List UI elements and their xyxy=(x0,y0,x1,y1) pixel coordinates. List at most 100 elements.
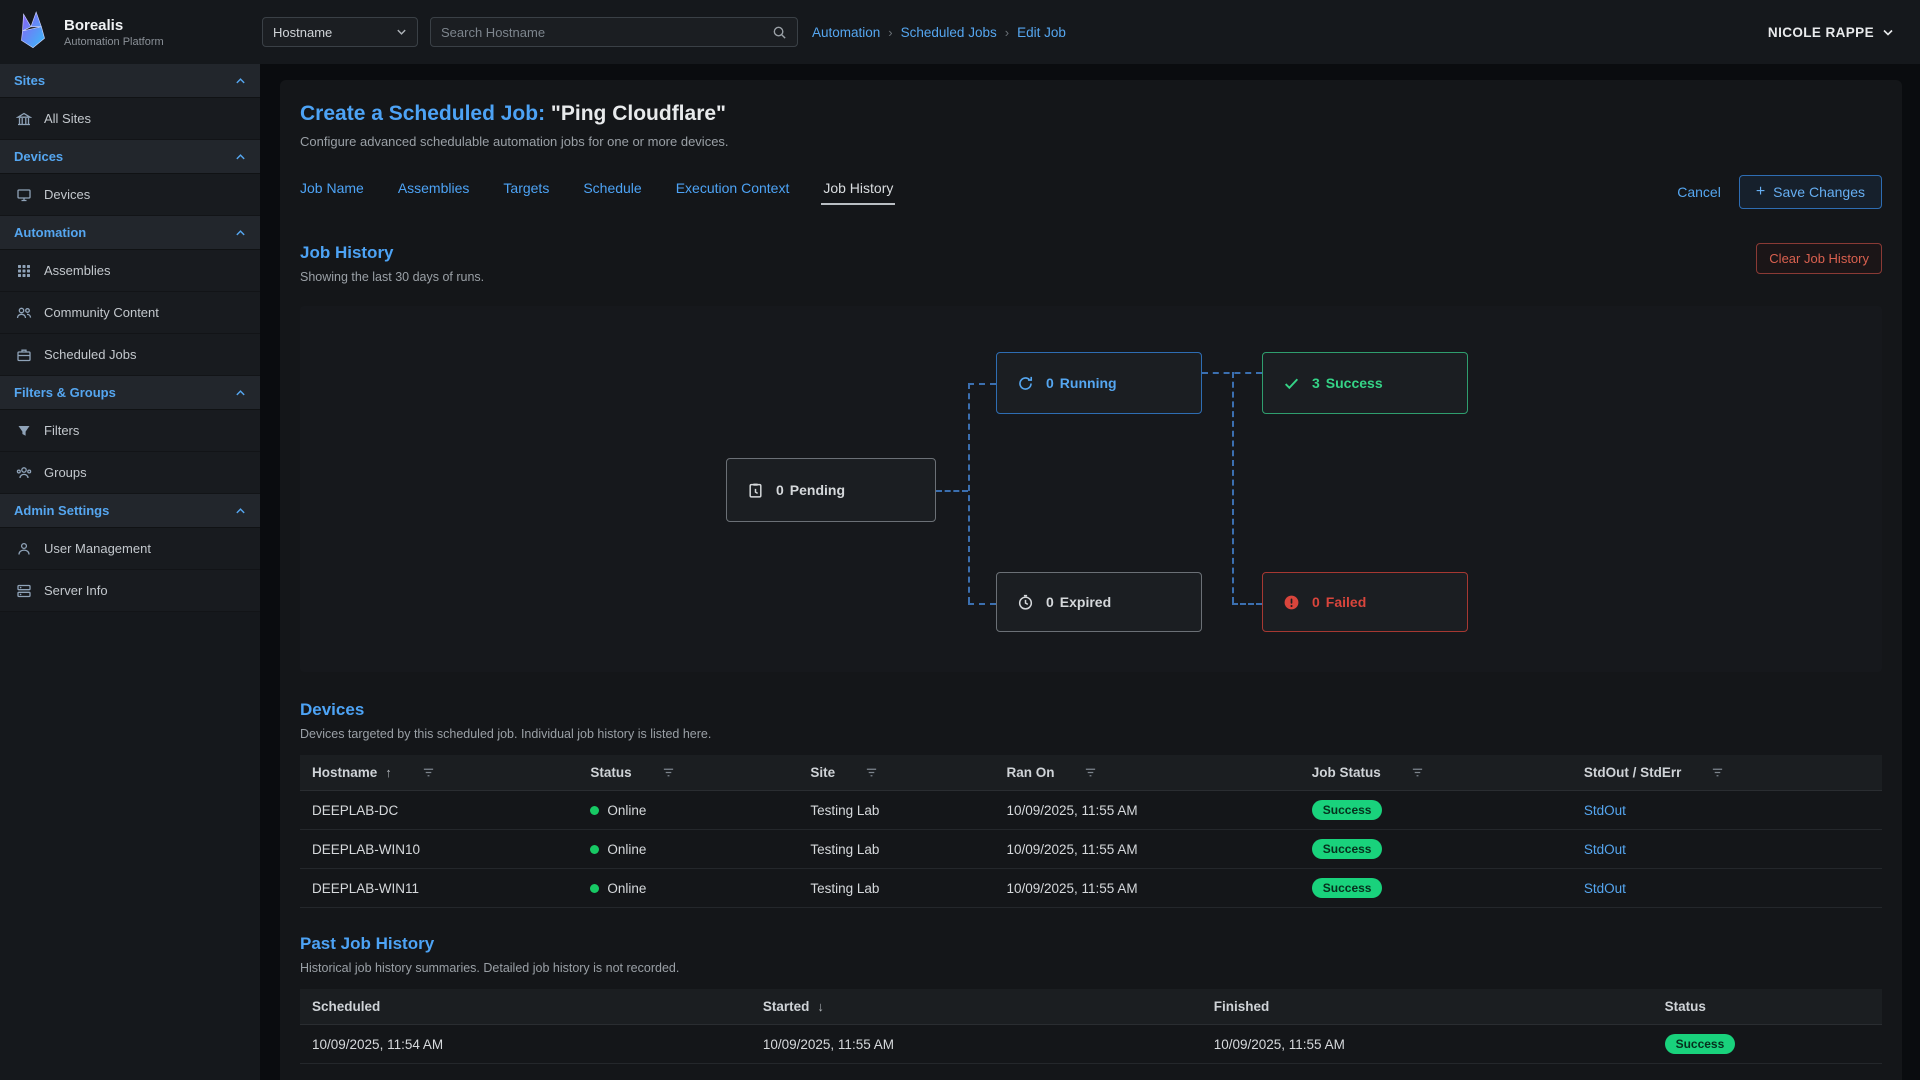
cancel-button[interactable]: Cancel xyxy=(1677,184,1721,200)
cell-status: Online xyxy=(578,830,798,869)
hostname-searchbox xyxy=(430,17,798,47)
filter-icon[interactable] xyxy=(422,766,435,779)
sidebar-section-label: Sites xyxy=(14,73,45,88)
online-status-dot xyxy=(590,845,599,854)
tab-targets[interactable]: Targets xyxy=(503,180,549,205)
expired-node[interactable]: 0 Expired xyxy=(996,572,1202,632)
page-title-prefix: Create a Scheduled Job: xyxy=(300,102,545,125)
chevron-up-icon xyxy=(235,507,246,515)
online-status-dot xyxy=(590,884,599,893)
table-row: 10/09/2025, 11:54 AM 10/09/2025, 11:55 A… xyxy=(300,1025,1882,1064)
cell-finished: 10/09/2025, 11:55 AM xyxy=(1202,1025,1653,1064)
cell-hostname: DEEPLAB-WIN11 xyxy=(300,869,578,908)
sort-asc-icon[interactable]: ↑ xyxy=(385,765,392,780)
sidebar-item-user-management[interactable]: User Management xyxy=(0,528,260,570)
tab-schedule[interactable]: Schedule xyxy=(583,180,641,205)
filter-icon xyxy=(16,423,32,439)
stdout-link[interactable]: StdOut xyxy=(1584,881,1626,896)
connector-line xyxy=(1232,603,1262,605)
table-row: DEEPLAB-DC Online Testing Lab 10/09/2025… xyxy=(300,791,1882,830)
cell-ran-on: 10/09/2025, 11:55 AM xyxy=(994,869,1299,908)
sidebar-item-assemblies[interactable]: Assemblies xyxy=(0,250,260,292)
breadcrumb-edit-job[interactable]: Edit Job xyxy=(1017,25,1066,40)
cell-ran-on: 10/09/2025, 11:55 AM xyxy=(994,791,1299,830)
cell-ran-on: 10/09/2025, 11:55 AM xyxy=(994,830,1299,869)
success-node[interactable]: 3 Success xyxy=(1262,352,1468,414)
failed-node[interactable]: 0 Failed xyxy=(1262,572,1468,632)
cell-stdout: StdOut xyxy=(1572,869,1882,908)
page-title-job-name: "Ping Cloudflare" xyxy=(551,102,726,125)
col-started: Started xyxy=(763,999,810,1014)
filter-icon[interactable] xyxy=(662,766,675,779)
sidebar-item-label: Devices xyxy=(44,187,90,202)
user-menu[interactable]: NICOLE RAPPE xyxy=(1768,25,1894,40)
tab-job-name[interactable]: Job Name xyxy=(300,180,364,205)
sidebar-section-label: Admin Settings xyxy=(14,503,109,518)
stdout-link[interactable]: StdOut xyxy=(1584,842,1626,857)
sidebar-item-groups[interactable]: Groups xyxy=(0,452,260,494)
devices-subtitle: Devices targeted by this scheduled job. … xyxy=(300,727,1882,741)
sort-desc-icon[interactable]: ↓ xyxy=(817,999,824,1014)
cell-job-status: Success xyxy=(1300,869,1572,908)
sidebar-item-scheduled-jobs[interactable]: Scheduled Jobs xyxy=(0,334,260,376)
clear-job-history-button[interactable]: Clear Job History xyxy=(1756,243,1882,274)
filter-icon[interactable] xyxy=(1411,766,1424,779)
connector-line xyxy=(968,383,970,603)
connector-line xyxy=(968,383,996,385)
cell-stdout: StdOut xyxy=(1572,791,1882,830)
tab-job-history[interactable]: Job History xyxy=(823,180,893,205)
pending-node[interactable]: 0 Pending xyxy=(726,458,936,522)
breadcrumb: Automation › Scheduled Jobs › Edit Job xyxy=(812,25,1066,40)
search-icon[interactable] xyxy=(772,25,787,40)
filter-icon[interactable] xyxy=(1084,766,1097,779)
job-status-diagram: 0 Pending 0 Running 3 Success 0 Expired xyxy=(300,306,1882,672)
hostname-select[interactable]: Hostname xyxy=(262,17,418,47)
col-ran-on: Ran On xyxy=(1006,765,1054,780)
chevron-up-icon xyxy=(235,77,246,85)
sidebar-item-community-content[interactable]: Community Content xyxy=(0,292,260,334)
cell-site: Testing Lab xyxy=(798,830,994,869)
search-input[interactable] xyxy=(441,25,772,40)
sidebar-item-all-sites[interactable]: All Sites xyxy=(0,98,260,140)
failed-label: Failed xyxy=(1326,594,1366,610)
sidebar-section-filters-groups[interactable]: Filters & Groups xyxy=(0,376,260,410)
save-changes-button[interactable]: + Save Changes xyxy=(1739,175,1882,209)
briefcase-icon xyxy=(16,347,32,363)
sidebar-item-server-info[interactable]: Server Info xyxy=(0,570,260,612)
filter-icon[interactable] xyxy=(1711,766,1724,779)
success-label: Success xyxy=(1326,375,1383,391)
sidebar-item-filters[interactable]: Filters xyxy=(0,410,260,452)
tab-execution-context[interactable]: Execution Context xyxy=(676,180,790,205)
cell-job-status: Success xyxy=(1300,791,1572,830)
past-history-header-row: Scheduled Started↓ Finished Status xyxy=(300,989,1882,1025)
sidebar-item-devices[interactable]: Devices xyxy=(0,174,260,216)
tab-assemblies[interactable]: Assemblies xyxy=(398,180,470,205)
expired-count: 0 xyxy=(1046,594,1054,610)
topbar: Borealis Automation Platform Hostname Au… xyxy=(0,0,1920,64)
stdout-link[interactable]: StdOut xyxy=(1584,803,1626,818)
page-subtitle: Configure advanced schedulable automatio… xyxy=(300,134,1882,149)
breadcrumb-automation[interactable]: Automation xyxy=(812,25,880,40)
monitor-icon xyxy=(16,187,32,203)
sidebar-section-admin-settings[interactable]: Admin Settings xyxy=(0,494,260,528)
sidebar-section-label: Automation xyxy=(14,225,86,240)
connector-line xyxy=(936,490,968,492)
connector-line xyxy=(1232,372,1234,603)
clock-icon xyxy=(1017,594,1034,611)
past-history-subtitle: Historical job history summaries. Detail… xyxy=(300,961,1882,975)
error-icon xyxy=(1283,594,1300,611)
running-count: 0 xyxy=(1046,375,1054,391)
building-icon xyxy=(16,111,32,127)
breadcrumb-scheduled-jobs[interactable]: Scheduled Jobs xyxy=(901,25,997,40)
sidebar-section-sites[interactable]: Sites xyxy=(0,64,260,98)
breadcrumb-separator-icon: › xyxy=(888,25,892,40)
sidebar-item-label: Assemblies xyxy=(44,263,110,278)
sidebar-section-devices[interactable]: Devices xyxy=(0,140,260,174)
sidebar-section-automation[interactable]: Automation xyxy=(0,216,260,250)
col-status: Status xyxy=(590,765,631,780)
table-row: DEEPLAB-WIN11 Online Testing Lab 10/09/2… xyxy=(300,869,1882,908)
sidebar-item-label: User Management xyxy=(44,541,151,556)
filter-icon[interactable] xyxy=(865,766,878,779)
running-node[interactable]: 0 Running xyxy=(996,352,1202,414)
brand: Borealis Automation Platform xyxy=(0,11,260,53)
